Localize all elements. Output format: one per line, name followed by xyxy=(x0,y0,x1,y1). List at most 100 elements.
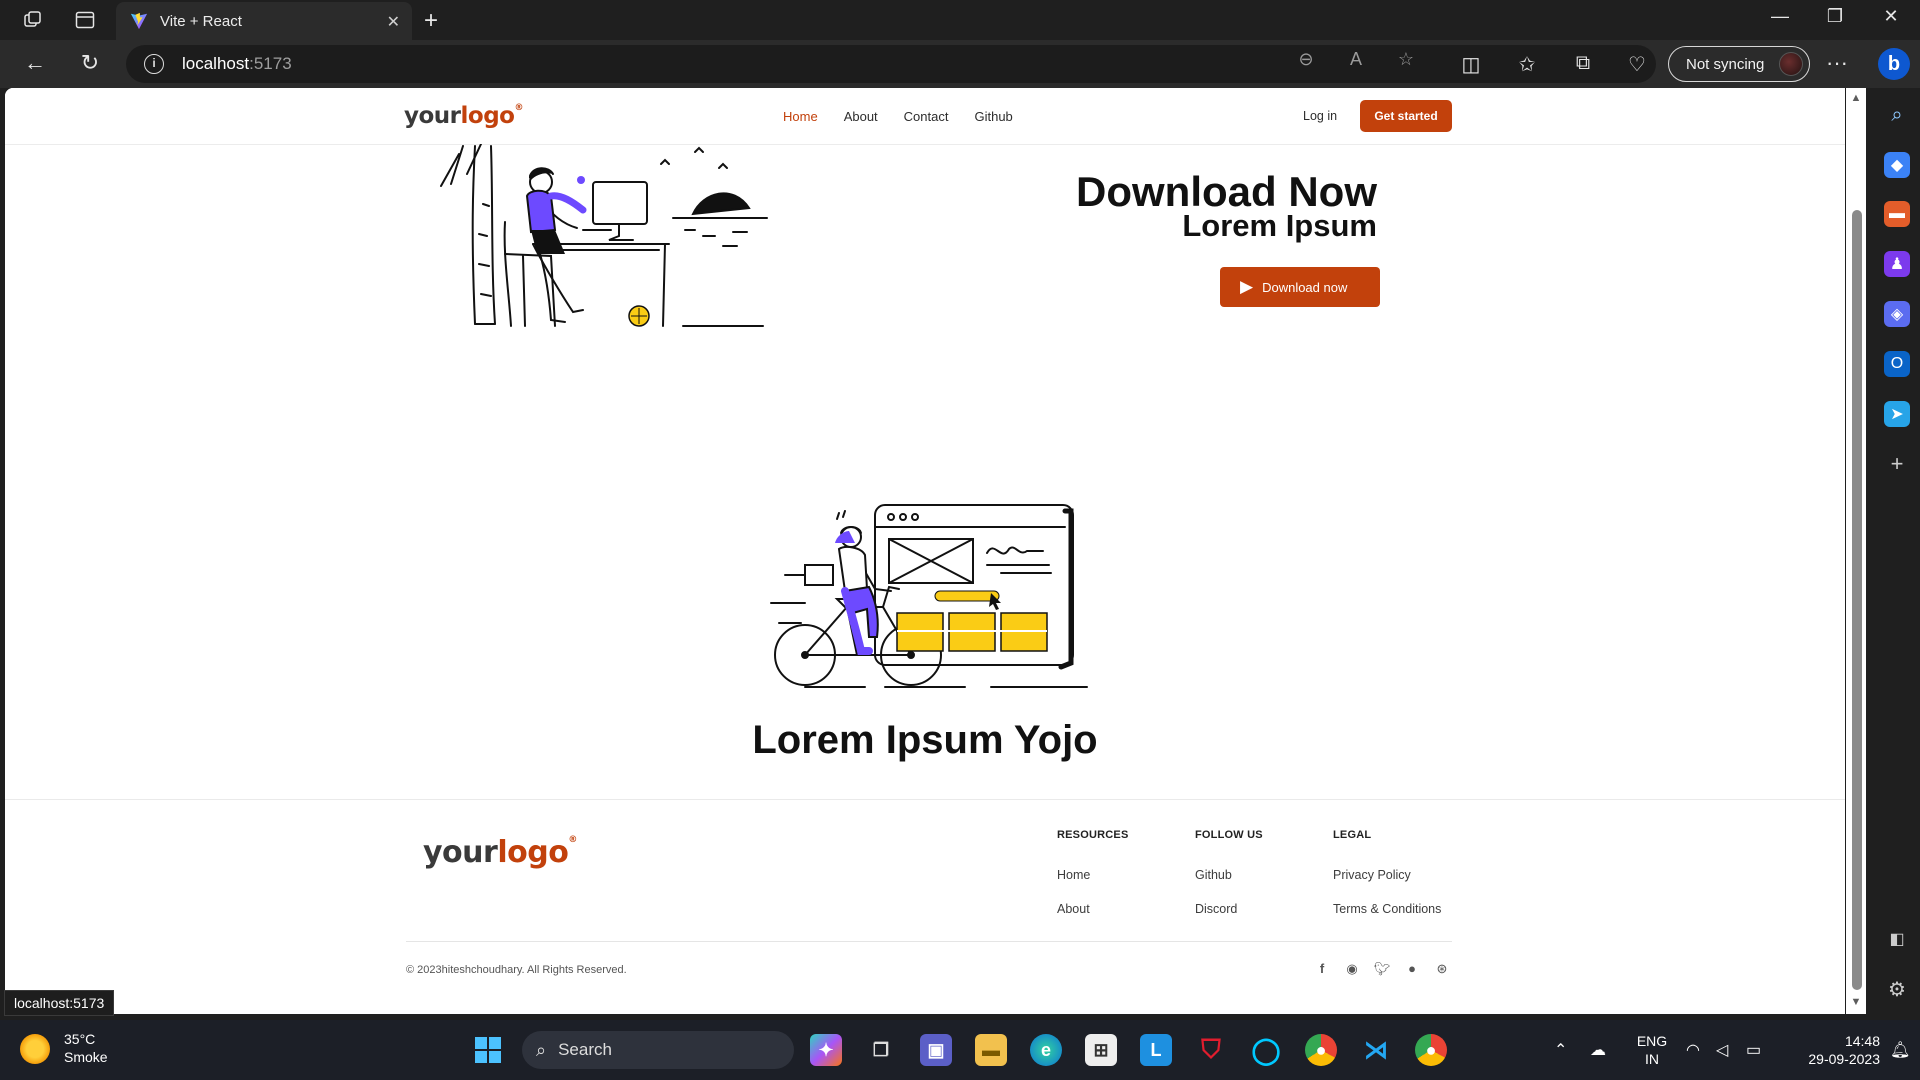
scroll-up-arrow[interactable]: ▲ xyxy=(1849,92,1863,106)
site-footer: yourlogo® RESOURCES Home About FOLLOW US… xyxy=(5,799,1845,1014)
taskbar-search[interactable]: ⌕ Search xyxy=(522,1031,794,1069)
twitter-icon[interactable]: 🐦︎ xyxy=(1373,961,1391,977)
copilot-icon[interactable]: ◈ xyxy=(1884,301,1910,327)
search-icon[interactable]: ⌕ xyxy=(1884,102,1910,128)
volume-icon[interactable]: ◁ xyxy=(1716,1040,1728,1060)
address-bar[interactable]: i localhost:5173 xyxy=(126,45,1656,83)
file-explorer-icon[interactable]: ▬ xyxy=(975,1034,1007,1066)
clock[interactable]: 14:48 29-09-2023 xyxy=(1780,1032,1880,1068)
nav-link-home[interactable]: Home xyxy=(783,109,818,124)
start-windows-icon[interactable] xyxy=(472,1034,504,1066)
profile-sync-button[interactable]: Not syncing xyxy=(1668,46,1810,82)
footer-link-discord[interactable]: Discord xyxy=(1195,902,1263,916)
page-scrollbar[interactable]: ▲ ▼ xyxy=(1846,88,1866,1014)
browser-essentials-icon[interactable]: ♡ xyxy=(1624,52,1650,78)
section2-title: Lorem Ipsum Yojo xyxy=(752,718,1098,762)
back-button[interactable]: ← xyxy=(20,50,50,78)
copilot-button[interactable]: b xyxy=(1876,44,1912,84)
favorite-star-icon[interactable]: ☆ xyxy=(1395,49,1417,71)
shopping-tag-icon[interactable]: ◆ xyxy=(1884,152,1910,178)
onedrive-cloud-icon[interactable]: ☁ xyxy=(1590,1040,1606,1060)
nav-link-contact[interactable]: Contact xyxy=(904,109,949,124)
show-hidden-icons-chevron-icon[interactable]: ⌃ xyxy=(1554,1040,1567,1060)
close-tab-icon[interactable]: ✕ xyxy=(387,12,400,32)
scroll-down-arrow[interactable]: ▼ xyxy=(1849,996,1863,1010)
tools-icon[interactable]: ▬ xyxy=(1884,201,1910,227)
copilot-pre-icon[interactable]: ✦ xyxy=(810,1034,842,1066)
edge-browser-icon[interactable]: e xyxy=(1030,1034,1062,1066)
vscode-icon[interactable]: ⋊ xyxy=(1360,1034,1392,1066)
footer-link-privacy[interactable]: Privacy Policy xyxy=(1333,868,1441,882)
search-icon: ⌕ xyxy=(536,1039,547,1060)
sun-haze-icon xyxy=(20,1034,50,1064)
footer-link-home[interactable]: Home xyxy=(1057,868,1128,882)
chrome-profile-icon[interactable]: ● xyxy=(1415,1034,1447,1066)
windows-taskbar: 35°C Smoke ⌕ Search ✦ ❐ ▣ ▬ e ⊞ L ⛉ ◯ ● … xyxy=(0,1020,1920,1080)
download-now-button[interactable]: ▶ Download now xyxy=(1220,267,1380,307)
tab-vite-react[interactable]: Vite + React ✕ xyxy=(116,2,412,40)
clock-date: 29-09-2023 xyxy=(1808,1051,1880,1067)
minimize-button[interactable]: — xyxy=(1765,6,1795,27)
close-window-button[interactable]: ✕ xyxy=(1876,6,1906,27)
site-info-icon[interactable]: i xyxy=(144,54,164,74)
facebook-icon[interactable]: f xyxy=(1313,961,1331,976)
wifi-icon[interactable]: ◠ xyxy=(1686,1040,1700,1060)
login-link[interactable]: Log in xyxy=(1303,109,1337,123)
browser-tab-bar: Vite + React ✕ + — ❐ ✕ xyxy=(0,0,1920,40)
url-port: :5173 xyxy=(249,54,292,73)
footer-link-terms[interactable]: Terms & Conditions xyxy=(1333,902,1441,916)
outlook-icon[interactable]: O xyxy=(1884,351,1910,377)
play-store-icon: ▶ xyxy=(1240,277,1254,296)
get-started-button[interactable]: Get started xyxy=(1360,100,1452,132)
drop-icon[interactable]: ➤ xyxy=(1884,401,1910,427)
notification-bell-icon[interactable]: 🔔︎ xyxy=(1890,1040,1910,1060)
weather-desc: Smoke xyxy=(64,1049,108,1065)
taskbar-search-label: Search xyxy=(558,1040,612,1059)
restore-button[interactable]: ❐ xyxy=(1820,6,1850,27)
workspaces-icon[interactable] xyxy=(20,8,46,32)
l-app-icon[interactable]: L xyxy=(1140,1034,1172,1066)
url-host: localhost xyxy=(182,54,250,73)
split-screen-icon[interactable]: ◫ xyxy=(1458,52,1484,78)
footer-logo[interactable]: yourlogo® xyxy=(423,835,577,870)
nav-link-github[interactable]: Github xyxy=(974,109,1012,124)
read-aloud-icon[interactable]: A xyxy=(1345,49,1367,71)
battery-icon[interactable]: ▭ xyxy=(1746,1040,1761,1060)
nav-link-about[interactable]: About xyxy=(844,109,878,124)
mcafee-icon[interactable]: ⛉ xyxy=(1195,1034,1227,1066)
teams-chat-icon[interactable]: ▣ xyxy=(920,1034,952,1066)
discord-icon[interactable]: ◉ xyxy=(1343,961,1361,977)
main-nav: Home About Contact Github xyxy=(783,109,1039,124)
tab-actions-icon[interactable] xyxy=(72,8,98,32)
scroll-thumb[interactable] xyxy=(1852,210,1862,990)
collections-icon[interactable]: ⧉ xyxy=(1570,52,1596,78)
sync-label: Not syncing xyxy=(1686,55,1765,73)
favorites-icon[interactable]: ✩ xyxy=(1514,52,1540,78)
footer-link-about[interactable]: About xyxy=(1057,902,1128,916)
language-indicator[interactable]: ENG IN xyxy=(1632,1032,1672,1068)
dribbble-icon[interactable]: ⊛ xyxy=(1433,961,1451,977)
chrome-icon[interactable]: ● xyxy=(1305,1034,1337,1066)
profile-avatar xyxy=(1779,52,1803,76)
page-viewport: yourlogo® Home About Contact Github Log … xyxy=(5,88,1845,1014)
browser-toolbar: ← ↻ i localhost:5173 ⊖ A ☆ ◫ ✩ ⧉ ♡ Not s… xyxy=(0,40,1920,88)
new-tab-button[interactable]: + xyxy=(424,7,438,35)
refresh-button[interactable]: ↻ xyxy=(75,50,105,78)
copyright-text: © 2023hiteshchoudhary. All Rights Reserv… xyxy=(406,964,627,976)
task-view-icon[interactable]: ❐ xyxy=(865,1034,897,1066)
add-sidebar-app-icon[interactable]: + xyxy=(1884,451,1910,477)
footer-col-legal: LEGAL Privacy Policy Terms & Conditions xyxy=(1333,829,1441,916)
footer-link-github[interactable]: Github xyxy=(1195,868,1263,882)
hide-sidebar-icon[interactable]: ◧ xyxy=(1884,926,1910,952)
clock-time: 14:48 xyxy=(1844,1033,1880,1049)
edge-sidebar: ⌕ ◆ ▬ ♟ ◈ O ➤ + ◧ ⚙ xyxy=(1872,88,1920,1016)
microsoft-store-icon[interactable]: ⊞ xyxy=(1085,1034,1117,1066)
header-logo[interactable]: yourlogo® xyxy=(404,103,523,129)
zoom-icon[interactable]: ⊖ xyxy=(1295,49,1317,71)
more-menu-icon[interactable]: ··· xyxy=(1826,50,1848,76)
site-header: yourlogo® Home About Contact Github Log … xyxy=(5,88,1845,145)
games-icon[interactable]: ♟ xyxy=(1884,251,1910,277)
github-icon[interactable]: ● xyxy=(1403,961,1421,976)
alexa-icon[interactable]: ◯ xyxy=(1250,1034,1282,1066)
settings-gear-icon[interactable]: ⚙ xyxy=(1884,976,1910,1002)
